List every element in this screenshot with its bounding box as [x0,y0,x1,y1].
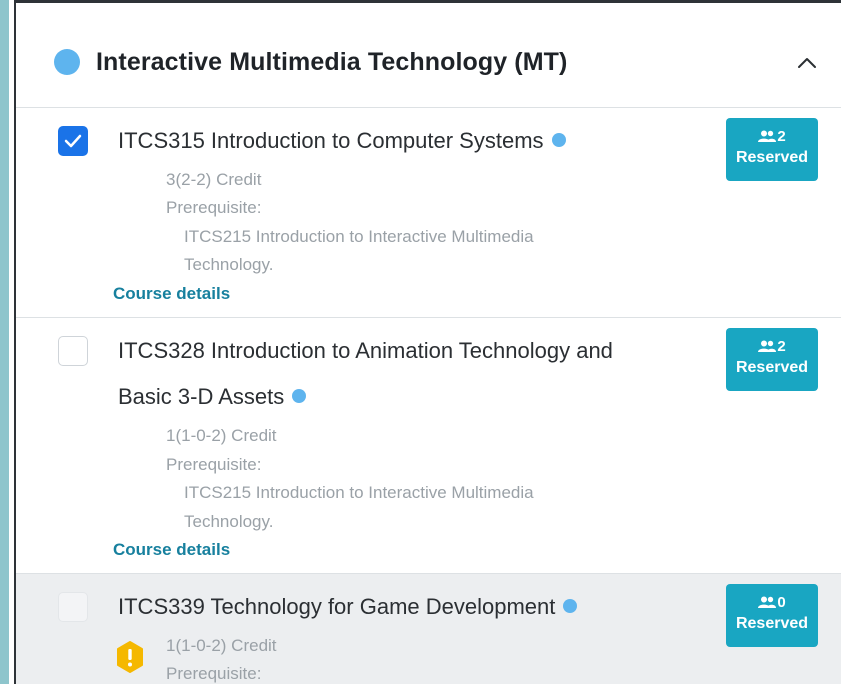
section-title: Interactive Multimedia Technology (MT) [96,48,568,76]
reserved-label: Reserved [735,615,809,632]
section-dot-icon [54,49,80,75]
left-rail [0,0,9,684]
course-checkbox[interactable] [58,126,88,156]
section-header[interactable]: Interactive Multimedia Technology (MT) [16,12,841,108]
reserved-label: Reserved [735,149,809,166]
course-checkbox[interactable] [58,336,88,366]
prerequisite-course-cont: Technology. [184,255,274,274]
prerequisite-course: ITCS215 Introduction to Interactive Mult… [184,227,534,246]
reserved-count: 2 [777,338,786,355]
chevron-up-icon [798,58,816,68]
collapse-button[interactable] [790,46,824,80]
course-title-text: ITCS339 Technology for Game Development [118,594,556,619]
course-item: ITCS339 Technology for Game Development … [16,574,841,684]
users-icon [758,130,777,142]
course-dot-icon [292,389,307,403]
reserved-count: 0 [777,594,786,611]
course-credit: 3(2-2) Credit [166,170,262,189]
reserved-badge: 0 Reserved [726,584,818,647]
course-title: ITCS315 Introduction to Computer Systems [118,118,566,164]
course-item: ITCS328 Introduction to Animation Techno… [16,318,841,574]
course-credit: 1(1-0-2) Credit [166,426,277,445]
course-checkbox[interactable] [58,592,88,622]
warning-icon [113,640,147,674]
users-icon [758,596,777,608]
course-details-link[interactable]: Course details [113,280,230,308]
users-icon [758,340,777,352]
course-dot-icon [551,133,566,147]
prerequisite-course: ITCS215 Introduction to Interactive Mult… [184,483,534,502]
reserved-badge: 2 Reserved [726,118,818,181]
course-details-link[interactable]: Course details [113,536,230,564]
prerequisite-label: Prerequisite: [166,455,262,474]
course-dot-icon [563,599,578,613]
course-credit: 1(1-0-2) Credit [166,636,277,655]
reserved-badge: 2 Reserved [726,328,818,391]
course-title: ITCS328 Introduction to Animation Techno… [118,328,613,420]
course-title-line2: Basic 3-D Assets [118,384,285,409]
reserved-label: Reserved [735,359,809,376]
prerequisite-course-cont: Technology. [184,512,274,531]
course-title-text: ITCS315 Introduction to Computer Systems [118,128,544,153]
course-group-panel: Interactive Multimedia Technology (MT) I… [14,0,841,684]
course-item: ITCS315 Introduction to Computer Systems… [16,108,841,318]
course-title-line1: ITCS328 Introduction to Animation Techno… [118,338,613,363]
checkmark-icon [64,134,82,148]
course-title: ITCS339 Technology for Game Development [118,584,578,630]
reserved-count: 2 [777,128,786,145]
prerequisite-label: Prerequisite: [166,198,262,217]
panel-top-border [16,0,841,12]
prerequisite-label: Prerequisite: [166,664,262,683]
